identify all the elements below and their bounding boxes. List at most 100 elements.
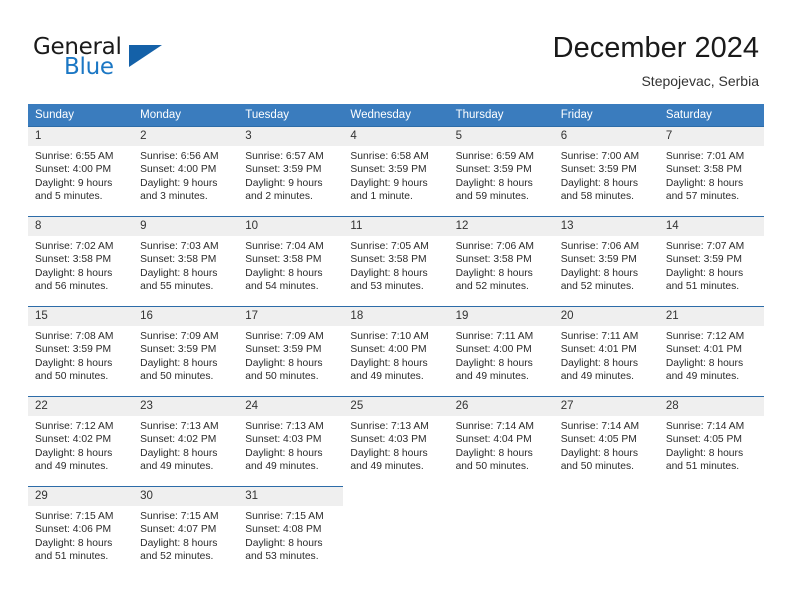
sunrise-time: Sunrise: 7:12 AM (665, 331, 745, 342)
day-number: 9 (133, 217, 239, 236)
weekday-header-wednesday: Wednesday (343, 104, 449, 126)
day-cell-1[interactable]: 1 Sunrise: 6:55 AM Sunset: 4:00 PM Daylight… (28, 126, 134, 216)
calendar-day-cell: 15 Sunrise: 7:08 AM Sunset: 3:59 PM Dayligh… (28, 306, 134, 396)
daylight-duration-line1: Daylight: 8 hours (245, 267, 323, 279)
daylight-duration-line1: Daylight: 8 hours (560, 357, 638, 369)
day-cell-27[interactable]: 27 Sunrise: 7:14 AM Sunset: 4:05 PM Dayligh… (553, 396, 659, 486)
day-cell-18[interactable]: 18 Sunrise: 7:10 AM Sunset: 4:00 PM Dayligh… (343, 306, 449, 396)
sunset-time: Sunset: 4:00 PM (455, 344, 532, 356)
day-cell-20[interactable]: 20 Sunrise: 7:11 AM Sunset: 4:01 PM Dayligh… (553, 306, 659, 396)
daylight-duration-line2: and 54 minutes. (245, 281, 319, 293)
daylight-duration-line1: Daylight: 8 hours (245, 357, 323, 369)
day-details: Sunrise: 7:09 AM Sunset: 3:59 PM Daylight:… (238, 326, 343, 384)
calendar-day-cell: 11 Sunrise: 7:05 AM Sunset: 3:58 PM Dayligh… (343, 216, 449, 306)
daylight-duration-line2: and 52 minutes. (455, 281, 529, 293)
day-details: Sunrise: 7:11 AM Sunset: 4:01 PM Daylight:… (554, 326, 659, 384)
sunrise-time: Sunrise: 7:03 AM (140, 241, 219, 252)
day-number: 10 (238, 217, 344, 236)
daylight-duration-line2: and 51 minutes. (35, 551, 109, 563)
day-cell-2[interactable]: 2 Sunrise: 6:56 AM Sunset: 4:00 PM Daylight… (133, 126, 239, 216)
sunset-time: Sunset: 3:59 PM (560, 254, 637, 266)
day-cell-9[interactable]: 9 Sunrise: 7:03 AM Sunset: 3:58 PM Daylight… (133, 216, 239, 306)
day-number: 31 (238, 487, 344, 506)
day-cell-25[interactable]: 25 Sunrise: 7:13 AM Sunset: 4:03 PM Dayligh… (343, 396, 449, 486)
day-cell-28[interactable]: 28 Sunrise: 7:14 AM Sunset: 4:05 PM Dayligh… (658, 396, 764, 486)
day-cell-26[interactable]: 26 Sunrise: 7:14 AM Sunset: 4:04 PM Dayligh… (448, 396, 554, 486)
sunset-time: Sunset: 4:05 PM (665, 434, 742, 446)
sunset-time: Sunset: 4:03 PM (350, 434, 427, 446)
calendar-day-cell: 12 Sunrise: 7:06 AM Sunset: 3:58 PM Dayligh… (448, 216, 554, 306)
calendar-week-row: 1 Sunrise: 6:55 AM Sunset: 4:00 PM Daylight… (28, 126, 764, 216)
day-cell-5[interactable]: 5 Sunrise: 6:59 AM Sunset: 3:59 PM Daylight… (448, 126, 554, 216)
day-cell-empty (449, 486, 554, 576)
day-cell-4[interactable]: 4 Sunrise: 6:58 AM Sunset: 3:59 PM Daylight… (343, 126, 449, 216)
weekday-header-friday: Friday (553, 104, 659, 126)
daylight-duration-line2: and 53 minutes. (245, 551, 319, 563)
daylight-duration-line2: and 49 minutes. (455, 371, 529, 383)
day-cell-15[interactable]: 15 Sunrise: 7:08 AM Sunset: 3:59 PM Dayligh… (28, 306, 134, 396)
day-cell-14[interactable]: 14 Sunrise: 7:07 AM Sunset: 3:59 PM Dayligh… (658, 216, 764, 306)
daylight-duration-line1: Daylight: 8 hours (455, 177, 533, 189)
day-cell-22[interactable]: 22 Sunrise: 7:12 AM Sunset: 4:02 PM Dayligh… (28, 396, 134, 486)
day-cell-23[interactable]: 23 Sunrise: 7:13 AM Sunset: 4:02 PM Dayligh… (133, 396, 239, 486)
day-cell-13[interactable]: 13 Sunrise: 7:06 AM Sunset: 3:59 PM Dayligh… (553, 216, 659, 306)
sunrise-time: Sunrise: 7:00 AM (560, 151, 640, 162)
sunrise-time: Sunrise: 6:58 AM (350, 151, 429, 162)
day-cell-21[interactable]: 21 Sunrise: 7:12 AM Sunset: 4:01 PM Dayligh… (658, 306, 764, 396)
day-cell-10[interactable]: 10 Sunrise: 7:04 AM Sunset: 3:58 PM Dayligh… (238, 216, 344, 306)
day-details: Sunrise: 7:15 AM Sunset: 4:07 PM Daylight:… (133, 506, 238, 564)
sunset-time: Sunset: 4:05 PM (560, 434, 637, 446)
sunset-time: Sunset: 3:58 PM (35, 254, 112, 266)
calendar-day-cell: 9 Sunrise: 7:03 AM Sunset: 3:58 PM Daylight… (133, 216, 239, 306)
daylight-duration-line1: Daylight: 8 hours (140, 267, 218, 279)
sunset-time: Sunset: 3:59 PM (245, 164, 322, 176)
daylight-duration-line2: and 49 minutes. (350, 461, 424, 473)
daylight-duration-line1: Daylight: 8 hours (245, 537, 323, 549)
calendar-week-row: 29 Sunrise: 7:15 AM Sunset: 4:06 PM Dayligh… (28, 486, 764, 576)
day-number: 14 (658, 217, 764, 236)
brand-logo[interactable]: General Blue (33, 34, 233, 86)
day-number: 13 (553, 217, 659, 236)
day-details: Sunrise: 7:03 AM Sunset: 3:58 PM Daylight:… (133, 236, 238, 294)
daylight-duration-line1: Daylight: 8 hours (245, 447, 323, 459)
day-cell-17[interactable]: 17 Sunrise: 7:09 AM Sunset: 3:59 PM Dayligh… (238, 306, 344, 396)
calendar-day-cell: 22 Sunrise: 7:12 AM Sunset: 4:02 PM Dayligh… (28, 396, 134, 486)
sunrise-time: Sunrise: 6:59 AM (455, 151, 534, 162)
sunrise-time: Sunrise: 7:15 AM (35, 511, 114, 522)
day-cell-31[interactable]: 31 Sunrise: 7:15 AM Sunset: 4:08 PM Dayligh… (238, 486, 344, 576)
day-cell-11[interactable]: 11 Sunrise: 7:05 AM Sunset: 3:58 PM Dayligh… (343, 216, 449, 306)
sunrise-time: Sunrise: 7:14 AM (455, 421, 534, 432)
day-cell-12[interactable]: 12 Sunrise: 7:06 AM Sunset: 3:58 PM Dayligh… (448, 216, 554, 306)
day-cell-29[interactable]: 29 Sunrise: 7:15 AM Sunset: 4:06 PM Dayligh… (28, 486, 134, 576)
sunrise-time: Sunrise: 7:14 AM (560, 421, 640, 432)
sunrise-time: Sunrise: 7:14 AM (665, 421, 745, 432)
day-cell-7[interactable]: 7 Sunrise: 7:01 AM Sunset: 3:58 PM Daylight… (658, 126, 764, 216)
day-cell-30[interactable]: 30 Sunrise: 7:15 AM Sunset: 4:07 PM Dayligh… (133, 486, 239, 576)
sunset-time: Sunset: 3:59 PM (560, 164, 637, 176)
daylight-duration-line2: and 2 minutes. (245, 191, 313, 203)
sunrise-time: Sunrise: 7:05 AM (350, 241, 429, 252)
day-details: Sunrise: 7:01 AM Sunset: 3:58 PM Daylight:… (659, 146, 764, 204)
daylight-duration-line1: Daylight: 8 hours (560, 447, 638, 459)
day-cell-3[interactable]: 3 Sunrise: 6:57 AM Sunset: 3:59 PM Daylight… (238, 126, 344, 216)
daylight-duration-line2: and 3 minutes. (140, 191, 208, 203)
calendar-day-cell: 5 Sunrise: 6:59 AM Sunset: 3:59 PM Daylight… (448, 126, 554, 216)
daylight-duration-line1: Daylight: 8 hours (350, 267, 428, 279)
sunset-time: Sunset: 4:02 PM (140, 434, 217, 446)
daylight-duration-line1: Daylight: 8 hours (665, 267, 744, 279)
sunrise-time: Sunrise: 6:57 AM (245, 151, 324, 162)
daylight-duration-line2: and 49 minutes. (665, 371, 740, 383)
calendar-day-cell (554, 486, 659, 576)
day-cell-8[interactable]: 8 Sunrise: 7:02 AM Sunset: 3:58 PM Daylight… (28, 216, 134, 306)
calendar-day-cell: 20 Sunrise: 7:11 AM Sunset: 4:01 PM Dayligh… (553, 306, 659, 396)
day-details: Sunrise: 7:15 AM Sunset: 4:06 PM Daylight:… (28, 506, 133, 564)
sunrise-time: Sunrise: 7:04 AM (245, 241, 324, 252)
day-cell-6[interactable]: 6 Sunrise: 7:00 AM Sunset: 3:59 PM Daylight… (553, 126, 659, 216)
sunrise-time: Sunrise: 7:08 AM (35, 331, 114, 342)
day-cell-16[interactable]: 16 Sunrise: 7:09 AM Sunset: 3:59 PM Dayligh… (133, 306, 239, 396)
daylight-duration-line2: and 57 minutes. (665, 191, 740, 203)
calendar-day-cell: 26 Sunrise: 7:14 AM Sunset: 4:04 PM Dayligh… (448, 396, 554, 486)
day-cell-19[interactable]: 19 Sunrise: 7:11 AM Sunset: 4:00 PM Dayligh… (448, 306, 554, 396)
day-cell-24[interactable]: 24 Sunrise: 7:13 AM Sunset: 4:03 PM Dayligh… (238, 396, 344, 486)
sunrise-time: Sunrise: 7:06 AM (455, 241, 534, 252)
